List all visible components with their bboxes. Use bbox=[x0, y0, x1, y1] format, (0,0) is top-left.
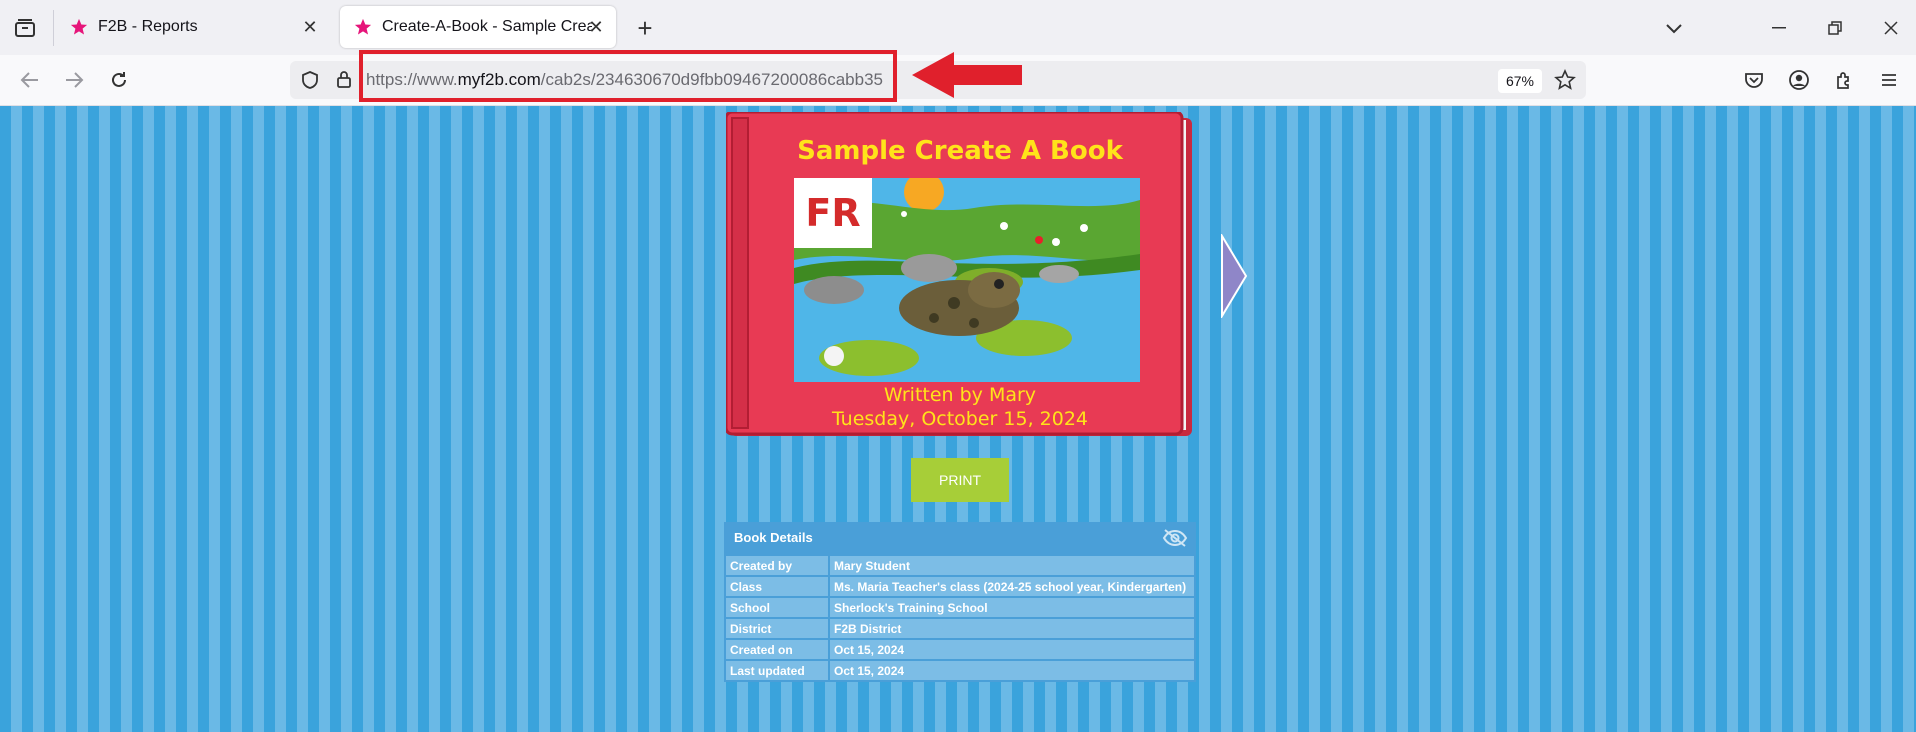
page-content: Sample Create A Book FR Written by Mary … bbox=[0, 106, 1916, 732]
tab-create-a-book[interactable]: Create-A-Book - Sample Create ✕ bbox=[340, 6, 616, 48]
detail-label: School bbox=[724, 596, 830, 619]
extensions-icon[interactable] bbox=[1828, 64, 1860, 96]
star-icon bbox=[70, 18, 88, 35]
tab-title: Create-A-Book - Sample Create bbox=[382, 18, 592, 35]
language-badge: FR bbox=[794, 178, 872, 248]
table-row: Last updated Oct 15, 2024 bbox=[724, 659, 1196, 682]
star-icon bbox=[354, 18, 372, 35]
table-row: School Sherlock's Training School bbox=[724, 596, 1196, 619]
account-icon[interactable] bbox=[1783, 64, 1815, 96]
print-button[interactable]: PRINT bbox=[911, 458, 1009, 502]
detail-label: Last updated bbox=[724, 659, 830, 682]
detail-value: F2B District bbox=[828, 617, 1196, 640]
table-row: District F2B District bbox=[724, 617, 1196, 640]
minimize-icon[interactable] bbox=[1762, 12, 1796, 44]
bookmark-star-icon[interactable] bbox=[1554, 69, 1576, 91]
divider bbox=[53, 10, 54, 46]
detail-label: Created by bbox=[724, 554, 830, 577]
pocket-icon[interactable] bbox=[1738, 64, 1770, 96]
red-arrow-annotation bbox=[912, 52, 1022, 98]
back-arrow-icon[interactable] bbox=[14, 64, 46, 96]
url-highlight-box bbox=[359, 50, 897, 102]
tab-title: F2B - Reports bbox=[98, 18, 198, 35]
detail-label: Created on bbox=[724, 638, 830, 661]
zoom-level[interactable]: 67% bbox=[1498, 69, 1542, 93]
book-details-panel: Book Details Created by Mary Student Clas… bbox=[724, 522, 1196, 682]
detail-value: Ms. Maria Teacher's class (2024-25 schoo… bbox=[828, 575, 1196, 598]
close-icon[interactable]: ✕ bbox=[300, 17, 320, 37]
forward-arrow-icon[interactable] bbox=[58, 64, 90, 96]
close-icon[interactable]: ✕ bbox=[586, 17, 606, 37]
table-row: Created on Oct 15, 2024 bbox=[724, 638, 1196, 661]
next-page-arrow-icon[interactable] bbox=[1220, 234, 1248, 318]
reload-icon[interactable] bbox=[103, 64, 135, 96]
tab-list-icon[interactable] bbox=[8, 12, 42, 44]
detail-label: Class bbox=[724, 575, 830, 598]
book-author: Written by Mary bbox=[883, 384, 1037, 406]
detail-value: Sherlock's Training School bbox=[828, 596, 1196, 619]
detail-value: Oct 15, 2024 bbox=[828, 638, 1196, 661]
chevron-down-icon[interactable] bbox=[1657, 12, 1691, 44]
book-details-header: Book Details bbox=[724, 522, 1196, 554]
book-date: Tuesday, October 15, 2024 bbox=[831, 408, 1089, 430]
tab-f2b-reports[interactable]: F2B - Reports ✕ bbox=[56, 6, 330, 48]
restore-icon[interactable] bbox=[1818, 12, 1852, 44]
lock-icon[interactable] bbox=[336, 69, 352, 89]
close-window-icon[interactable] bbox=[1874, 12, 1908, 44]
hide-eye-icon[interactable] bbox=[1162, 528, 1188, 548]
book-title: Sample Create A Book bbox=[797, 136, 1123, 166]
tab-bar: F2B - Reports ✕ Create-A-Book - Sample C… bbox=[0, 0, 1916, 55]
new-tab-button[interactable]: + bbox=[630, 14, 660, 44]
detail-label: District bbox=[724, 617, 830, 640]
book-details-table: Created by Mary Student Class Ms. Maria Te… bbox=[724, 554, 1196, 682]
table-row: Created by Mary Student bbox=[724, 554, 1196, 577]
table-row: Class Ms. Maria Teacher's class (2024-25 … bbox=[724, 575, 1196, 598]
menu-icon[interactable] bbox=[1873, 64, 1905, 96]
detail-value: Oct 15, 2024 bbox=[828, 659, 1196, 682]
shield-icon[interactable] bbox=[300, 70, 320, 90]
book-cover[interactable]: Sample Create A Book FR Written by Mary … bbox=[726, 112, 1194, 438]
book-details-heading: Book Details bbox=[734, 530, 813, 545]
detail-value: Mary Student bbox=[828, 554, 1196, 577]
